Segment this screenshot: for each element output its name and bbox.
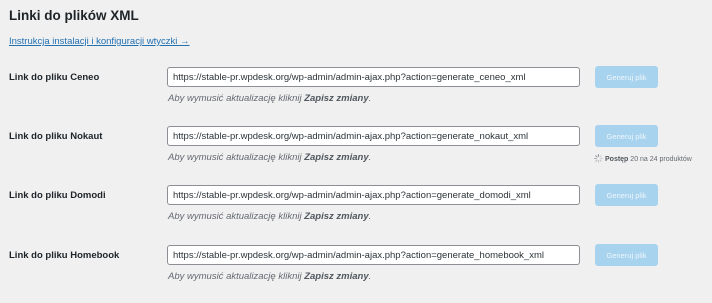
update-hint: Aby wymusić aktualizację kliknij Zapisz …: [168, 271, 371, 282]
hint-suffix: .: [368, 93, 372, 104]
generate-button-ceneo[interactable]: Generuj plik: [595, 66, 658, 88]
xml-row-homebook: Link do pliku Homebook Generuj plik Aby …: [0, 244, 712, 303]
hint-suffix: .: [368, 271, 372, 282]
xml-row-domodi: Link do pliku Domodi Generuj plik Aby wy…: [0, 184, 712, 243]
update-hint: Aby wymusić aktualizację kliknij Zapisz …: [168, 93, 371, 104]
spinner-icon: [594, 154, 603, 163]
hint-strong: Zapisz zmiany: [304, 271, 369, 282]
hint-strong: Zapisz zmiany: [304, 152, 369, 163]
hint-text: Aby wymusić aktualizację kliknij: [168, 271, 302, 282]
row-label: Link do pliku Ceneo: [9, 72, 100, 83]
row-label: Link do pliku Nokaut: [9, 131, 103, 142]
update-hint: Aby wymusić aktualizację kliknij Zapisz …: [168, 152, 371, 163]
instructions-link[interactable]: Instrukcja instalacji i konfiguracji wty…: [9, 36, 190, 47]
url-field-homebook[interactable]: [167, 245, 580, 265]
hint-text: Aby wymusić aktualizację kliknij: [168, 211, 302, 222]
generate-button-domodi[interactable]: Generuj plik: [595, 184, 658, 206]
hint-strong: Zapisz zmiany: [304, 211, 369, 222]
row-label: Link do pliku Homebook: [9, 250, 120, 261]
hint-text: Aby wymusić aktualizację kliknij: [168, 93, 302, 104]
hint-suffix: .: [368, 152, 372, 163]
section-title: Linki do plików XML: [9, 8, 139, 23]
row-label: Link do pliku Domodi: [9, 190, 106, 201]
url-field-domodi[interactable]: [167, 185, 580, 205]
progress-status: Postęp 20 na 24 produktów: [594, 154, 692, 163]
update-hint: Aby wymusić aktualizację kliknij Zapisz …: [168, 211, 371, 222]
hint-strong: Zapisz zmiany: [304, 93, 369, 104]
url-field-ceneo[interactable]: [167, 67, 580, 87]
progress-text: 20 na 24 produktów: [630, 156, 692, 163]
hint-text: Aby wymusić aktualizację kliknij: [168, 152, 302, 163]
url-field-nokaut[interactable]: [167, 126, 580, 146]
progress-label: Postęp: [605, 156, 629, 163]
xml-row-ceneo: Link do pliku Ceneo Generuj plik Aby wym…: [0, 66, 712, 125]
xml-row-nokaut: Link do pliku Nokaut Generuj plik Aby wy…: [0, 125, 712, 184]
generate-button-homebook[interactable]: Generuj plik: [595, 244, 658, 266]
generate-button-nokaut[interactable]: Generuj plik: [595, 125, 658, 147]
hint-suffix: .: [368, 211, 372, 222]
